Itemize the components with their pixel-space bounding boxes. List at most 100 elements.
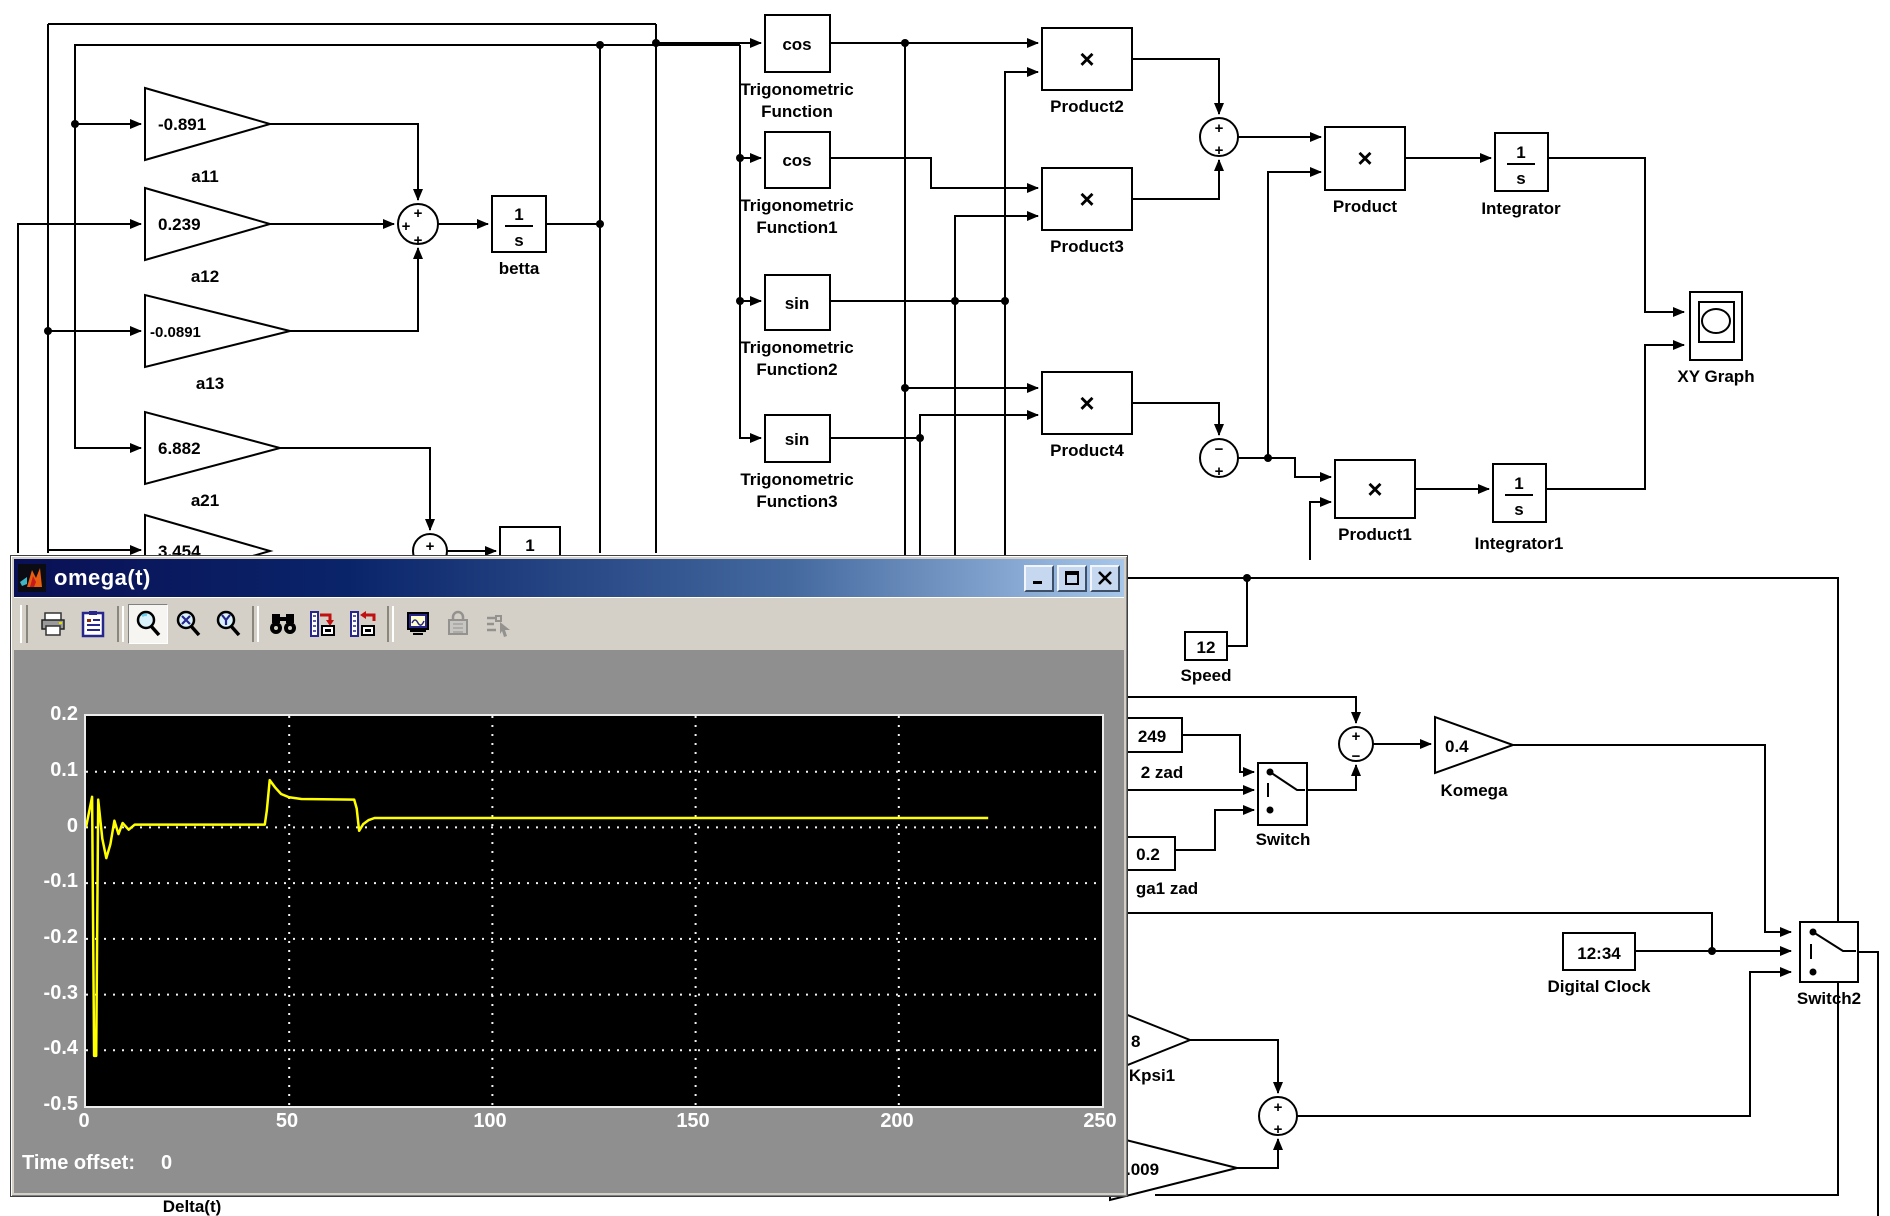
speed-value: 12 — [1197, 638, 1216, 657]
product4-block[interactable]: × Product4 — [1042, 372, 1132, 460]
floating-scope-button[interactable] — [398, 604, 438, 644]
trig-label: Trigonometric — [740, 80, 853, 99]
grid-lines — [86, 716, 1102, 1106]
sum-sign: + — [1352, 728, 1361, 745]
constant-249-label: 2 zad — [1141, 763, 1184, 782]
product-block[interactable]: × Product — [1325, 127, 1405, 216]
fraction-numerator: 1 — [1514, 474, 1523, 493]
simulink-workspace: -0.891 a11 0.239 a12 -0.0891 a13 6.882 a… — [0, 0, 1890, 1216]
y-tick-label: -0.3 — [26, 980, 78, 1006]
scope-plot-area[interactable] — [84, 714, 1104, 1108]
scope-trace — [86, 780, 988, 1056]
gain-a13[interactable]: -0.0891 a13 — [145, 295, 290, 393]
product1-block[interactable]: × Product1 — [1335, 460, 1415, 544]
autoscale-button[interactable] — [263, 604, 303, 644]
trig-function[interactable]: cos Trigonometric Function — [740, 15, 853, 121]
maximize-button[interactable] — [1057, 565, 1087, 592]
time-offset-label: Time offset: — [22, 1152, 135, 1174]
product2-block[interactable]: × Product2 — [1042, 28, 1132, 116]
trig-function1[interactable]: cos Trigonometric Function1 — [740, 132, 853, 237]
close-button[interactable] — [1090, 565, 1120, 592]
save-axes-icon — [308, 609, 338, 639]
x-tick-label: 0 — [44, 1110, 124, 1133]
gain-009-value: .009 — [1126, 1160, 1159, 1179]
trig-function2[interactable]: sin Trigonometric Function2 — [740, 275, 853, 379]
constant-02-value: 0.2 — [1136, 845, 1160, 864]
y-tick-label: -0.4 — [26, 1035, 78, 1061]
gain-a21-label: a21 — [191, 491, 219, 510]
toolbar-grip[interactable] — [20, 605, 28, 643]
gain-009[interactable]: .009 — [1110, 1136, 1237, 1200]
sum-d[interactable]: + + — [1259, 1097, 1297, 1138]
gain-a12[interactable]: 0.239 a12 — [145, 188, 270, 286]
zoom-y-button[interactable] — [208, 604, 248, 644]
xy-graph-icon — [1702, 309, 1730, 333]
zoom-x-button[interactable] — [168, 604, 208, 644]
time-offset: Time offset:0 — [22, 1152, 172, 1175]
minimize-button[interactable] — [1024, 565, 1054, 592]
gain-a21-value: 6.882 — [158, 439, 201, 458]
trig-label: Function — [761, 102, 833, 121]
trig-label: Function3 — [756, 492, 837, 511]
parameters-button[interactable] — [73, 604, 113, 644]
zoom-x-icon — [173, 609, 203, 639]
product3-label: Product3 — [1050, 237, 1124, 256]
gain-kpsi1-label: Kpsi1 — [1129, 1066, 1175, 1085]
constant-02[interactable]: 0.2 ga1 zad — [1118, 837, 1198, 898]
trig-label: Trigonometric — [740, 196, 853, 215]
gain-a12-label: a12 — [191, 267, 219, 286]
digital-clock-block[interactable]: 12:34 Digital Clock — [1548, 933, 1652, 996]
print-button[interactable] — [33, 604, 73, 644]
sum-sign: + — [1215, 142, 1224, 159]
lock-axes-button[interactable] — [438, 604, 478, 644]
signal-selection-button[interactable] — [478, 604, 518, 644]
zoom-button[interactable] — [128, 604, 168, 644]
product1-label: Product1 — [1338, 525, 1412, 544]
trig-label: Trigonometric — [740, 470, 853, 489]
times-sign: × — [1079, 388, 1094, 418]
restore-axes-button[interactable] — [343, 604, 383, 644]
window-title: omega(t) — [54, 565, 1021, 591]
sum-betta[interactable]: + + + — [398, 204, 438, 249]
floating-scope-icon — [404, 610, 432, 638]
delta-label: Delta(t) — [163, 1197, 222, 1216]
integrator-label: Integrator — [1481, 199, 1561, 218]
sum-sign: + — [1215, 463, 1224, 480]
gain-a12-value: 0.239 — [158, 215, 201, 234]
product2-label: Product2 — [1050, 97, 1124, 116]
trig-function3[interactable]: sin Trigonometric Function3 — [740, 415, 853, 511]
scope-plot-canvas — [86, 716, 1102, 1106]
product4-label: Product4 — [1050, 441, 1124, 460]
save-axes-button[interactable] — [303, 604, 343, 644]
trig-fn: cos — [782, 35, 811, 54]
gain-komega-label: Komega — [1440, 781, 1508, 800]
xy-graph-block[interactable]: XY Graph — [1677, 292, 1754, 386]
gain-a11-value: -0.891 — [158, 115, 206, 134]
scope-titlebar[interactable]: omega(t) — [14, 559, 1124, 597]
integrator-block[interactable]: 1 s Integrator — [1481, 133, 1561, 218]
switch2-block[interactable]: Switch2 — [1797, 922, 1861, 1008]
gain-a11[interactable]: -0.891 a11 — [145, 88, 270, 186]
toolbar-separator — [117, 606, 124, 642]
product3-block[interactable]: × Product3 — [1042, 168, 1132, 256]
integrator-betta-label: betta — [499, 259, 540, 278]
gain-komega[interactable]: 0.4 Komega — [1435, 717, 1513, 800]
trig-label: Function1 — [756, 218, 837, 237]
sum-b[interactable]: − + — [1200, 439, 1238, 480]
integrator-betta[interactable]: 1 s betta — [492, 196, 546, 278]
sum-a[interactable]: + + — [1200, 118, 1238, 159]
gain-a21[interactable]: 6.882 a21 — [145, 412, 280, 510]
integrator1-block[interactable]: 1 s Integrator1 — [1475, 464, 1564, 553]
fraction-numerator: 1 — [514, 205, 523, 224]
sum-sign: + — [402, 218, 411, 235]
digital-clock-value: 12:34 — [1577, 944, 1621, 963]
close-icon — [1097, 571, 1113, 585]
speed-constant[interactable]: 12 Speed — [1180, 632, 1231, 685]
digital-clock-label: Digital Clock — [1548, 977, 1652, 996]
signal-selection-icon — [484, 610, 512, 638]
trig-label: Function2 — [756, 360, 837, 379]
sum-c[interactable]: + − — [1339, 727, 1373, 765]
product-label: Product — [1333, 197, 1398, 216]
switch-block[interactable]: Switch — [1256, 763, 1311, 849]
scope-toolbar — [14, 597, 1124, 650]
